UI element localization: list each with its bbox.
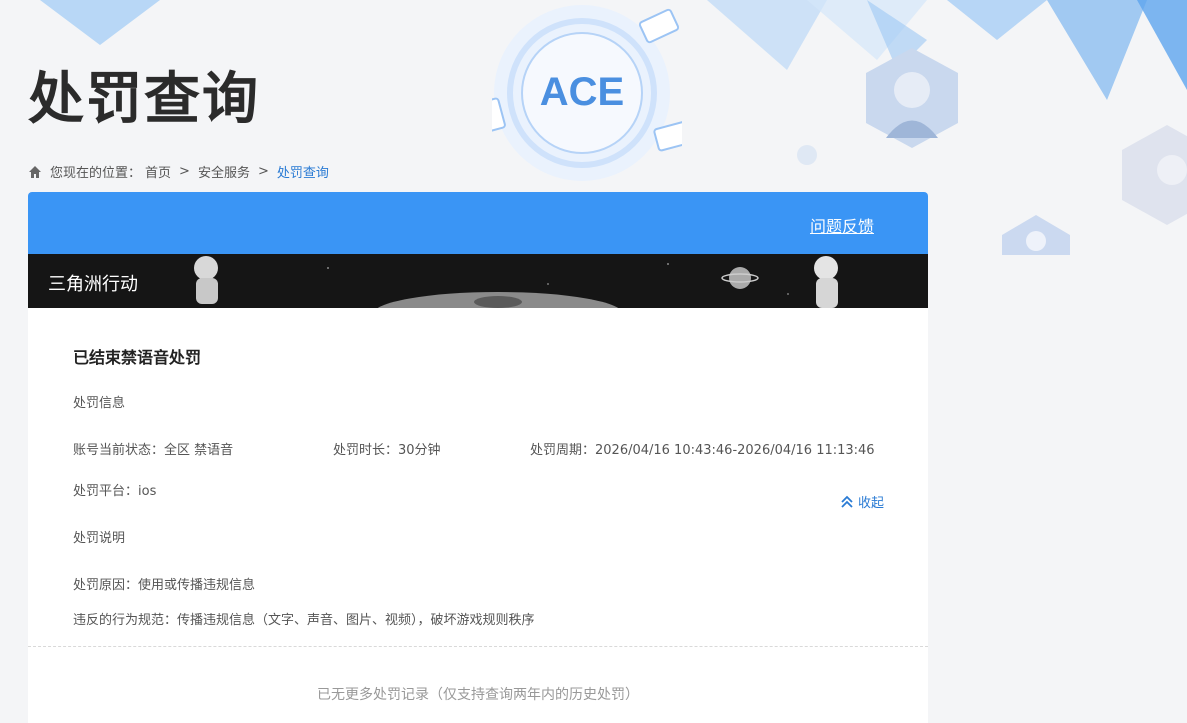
page-title: 处罚查询 [28, 67, 260, 132]
breadcrumb-item-current: 处罚查询 [276, 166, 329, 181]
character-hexagon-image-3 [1002, 215, 1070, 255]
penalty-period: 处罚周期：2026/04/16 10:43:46-2026/04/16 11:1… [530, 443, 875, 458]
penalty-status-title: 已结束禁语音处罚 [73, 348, 202, 367]
bg-triangle-decoration [40, 0, 160, 45]
penalty-rule: 违反的行为规范：传播违规信息（文字、声音、图片、视频），破坏游戏规则秩序 [73, 613, 535, 628]
breadcrumb-separator: > [179, 164, 190, 179]
bubble-decoration [797, 145, 817, 165]
breadcrumb-separator: > [257, 164, 269, 179]
collapse-label: 收起 [857, 496, 884, 511]
penalty-desc-label: 处罚说明 [73, 531, 126, 546]
no-more-records-text: 已无更多处罚记录（仅支持查询两年内的历史处罚） [317, 687, 639, 703]
account-status: 账号当前状态：全区 禁语音 [73, 443, 234, 458]
ace-logo-text: ACE [540, 70, 624, 114]
divider [28, 646, 928, 647]
penalty-card: 问题反馈 三角洲行动 已结束禁语音处罚 处罚信息 账号当前状态：全区 禁语音 处… [28, 192, 928, 723]
card-header-bar: 问题反馈 [28, 192, 928, 254]
breadcrumb-item-home[interactable]: 首页 [145, 162, 171, 181]
penalty-info-label: 处罚信息 [73, 396, 126, 411]
banner-art-image [194, 256, 838, 308]
collapse-button[interactable]: 收起 [840, 492, 884, 511]
character-hexagon-image-2 [1122, 125, 1187, 225]
penalty-duration: 处罚时长：30分钟 [333, 443, 441, 458]
breadcrumb: 您现在的位置： 首页 > 安全服务 > 处罚查询 [28, 162, 329, 181]
double-chevron-up-icon [841, 495, 853, 508]
feedback-link[interactable]: 问题反馈 [810, 213, 874, 237]
ace-logo-icon: ACE [492, 5, 682, 181]
game-name: 三角洲行动 [48, 274, 138, 295]
character-hexagon-image [866, 48, 958, 148]
breadcrumb-item-security[interactable]: 安全服务 [198, 162, 250, 181]
game-banner: 三角洲行动 [28, 254, 928, 308]
penalty-platform: 处罚平台：ios [73, 484, 157, 499]
breadcrumb-prefix: 您现在的位置： [50, 166, 142, 181]
penalty-info-row: 账号当前状态：全区 禁语音 处罚时长：30分钟 处罚周期：2026/04/16 … [73, 439, 883, 458]
home-icon [29, 165, 41, 178]
penalty-content: 已结束禁语音处罚 处罚信息 账号当前状态：全区 禁语音 处罚时长：30分钟 处罚… [28, 308, 928, 628]
penalty-reason: 处罚原因：使用或传播违规信息 [73, 578, 256, 593]
